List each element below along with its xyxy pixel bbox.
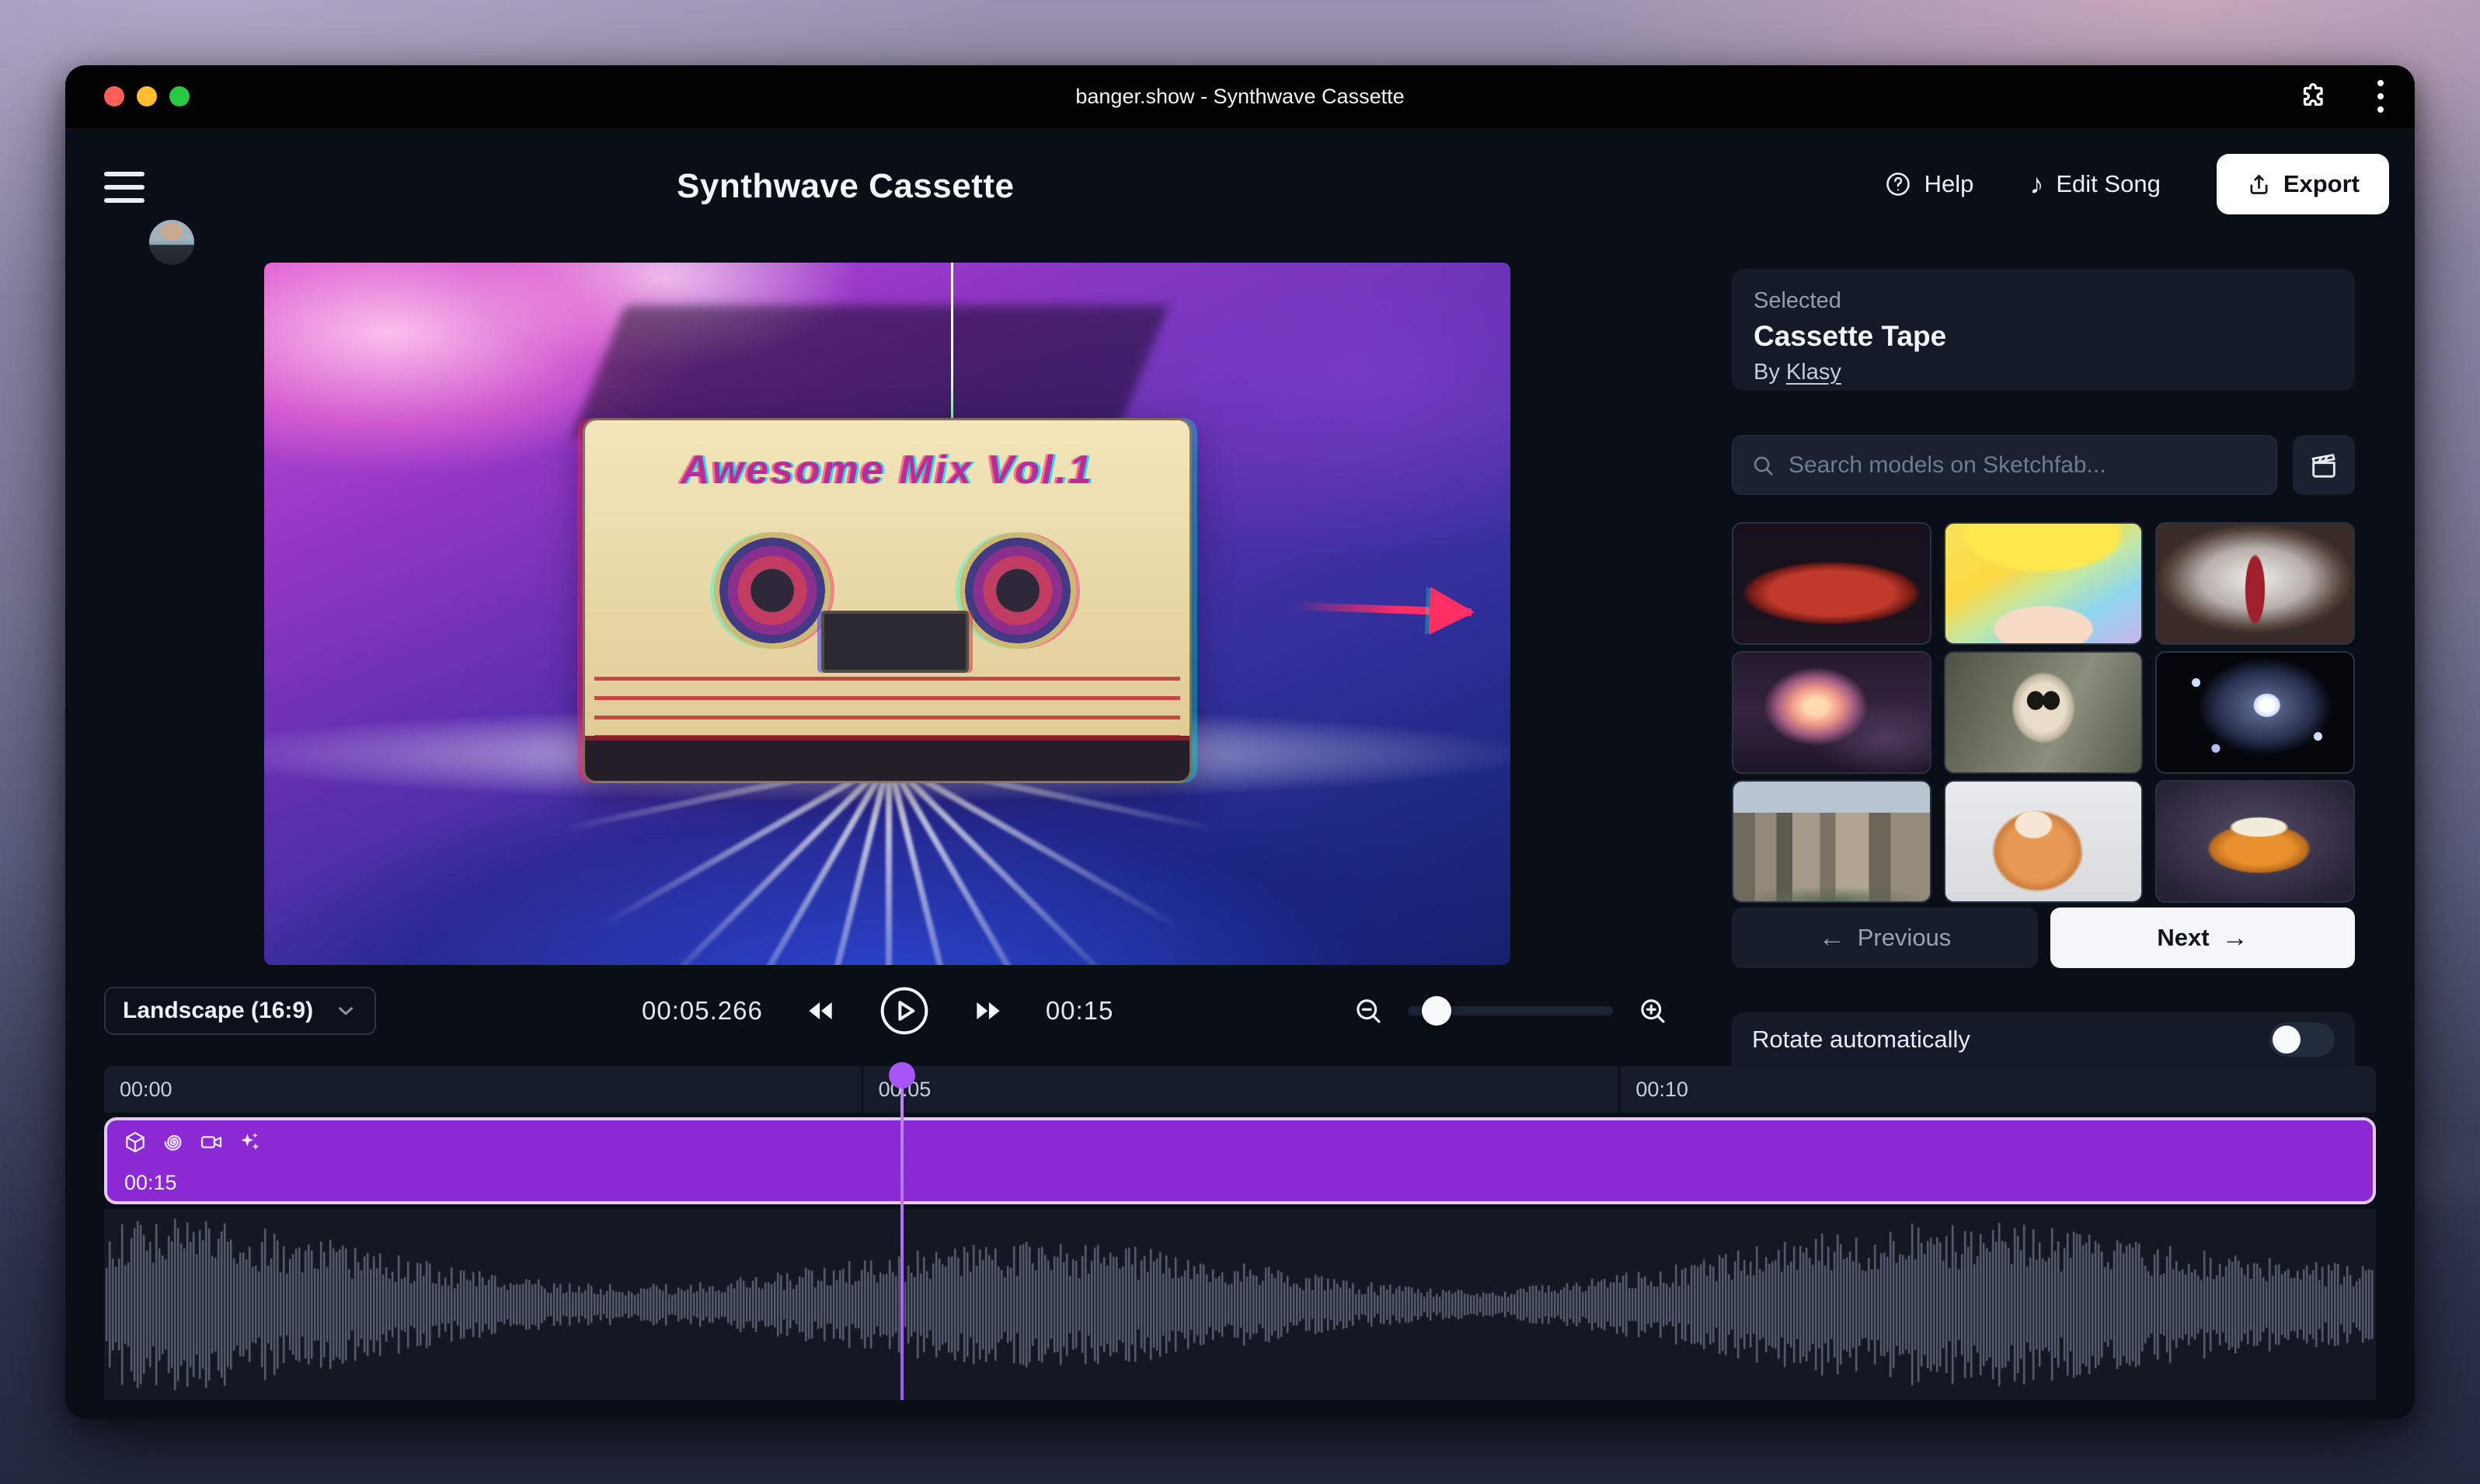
light-ray	[886, 760, 892, 965]
video-preview-viewport[interactable]: Awesome Mix Vol.1	[264, 263, 1510, 965]
audio-waveform-track[interactable]	[104, 1209, 2376, 1400]
cassette-left-reel	[714, 532, 831, 649]
arrow-right-icon: →	[2222, 925, 2248, 951]
edit-song-label: Edit Song	[2056, 170, 2160, 198]
clapperboard-icon	[2308, 450, 2339, 481]
clapperboard-button[interactable]	[2293, 435, 2355, 495]
selected-model-card: Selected Cassette Tape By Klasy	[1732, 269, 2355, 391]
cassette-tape-window	[821, 611, 969, 673]
search-icon	[1750, 452, 1776, 479]
app-window: banger.show - Synthwave Cassette Synthwa…	[65, 65, 2415, 1419]
selected-eyebrow: Selected	[1754, 288, 2333, 314]
vertical-scanline	[951, 263, 953, 427]
ruler-mark: 00:00	[104, 1066, 172, 1113]
browser-titlebar: banger.show - Synthwave Cassette	[65, 65, 2415, 127]
export-label: Export	[2283, 170, 2360, 198]
author-link[interactable]: Klasy	[1786, 360, 1841, 385]
timeline: 00:00 00:05 00:10	[104, 1066, 2376, 1400]
rotate-automatically-toggle[interactable]	[2269, 1022, 2335, 1057]
by-prefix: By	[1754, 360, 1780, 385]
zoom-out-icon[interactable]	[1352, 995, 1385, 1027]
cassette-handwritten-label: Awesome Mix Vol.1	[585, 447, 1189, 493]
playhead-handle[interactable]	[889, 1062, 915, 1089]
play-button[interactable]	[878, 984, 931, 1037]
extensions-puzzle-icon[interactable]	[2297, 80, 2329, 113]
aspect-ratio-select[interactable]: Landscape (16:9)	[104, 987, 376, 1035]
help-icon	[1884, 170, 1912, 198]
search-input[interactable]	[1789, 452, 2259, 479]
playhead-line	[900, 1077, 904, 1400]
thumbnail-storm-clouds[interactable]	[1732, 651, 1931, 774]
video-camera-icon	[199, 1130, 224, 1155]
thumbnail-shiba-dog[interactable]	[1944, 780, 2144, 903]
window-title: banger.show - Synthwave Cassette	[65, 65, 2415, 127]
scene-clip[interactable]: 00:15	[104, 1117, 2376, 1204]
app-header: Synthwave Cassette Help ♪ Edit Song	[65, 127, 2415, 241]
selected-model-author: By Klasy	[1754, 360, 2333, 385]
aspect-ratio-value: Landscape (16:9)	[123, 998, 313, 1024]
export-upload-icon	[2246, 172, 2272, 197]
arrow-left-icon: ←	[1819, 925, 1845, 951]
thumbnail-abandoned-city[interactable]	[1732, 780, 1931, 903]
previous-page-button[interactable]: ← Previous	[1732, 907, 2038, 968]
edit-song-button[interactable]: ♪ Edit Song	[2029, 170, 2160, 198]
project-title: Synthwave Cassette	[677, 167, 1015, 206]
ruler-mark: 00:10	[1618, 1066, 1688, 1113]
cube-icon	[123, 1130, 148, 1155]
export-button[interactable]: Export	[2217, 154, 2389, 214]
current-time: 00:05.266	[642, 996, 763, 1026]
model-search-box[interactable]	[1732, 435, 2277, 495]
zoom-slider-knob[interactable]	[1422, 996, 1451, 1026]
model-thumbnail-grid	[1732, 522, 2355, 903]
spiral-icon	[161, 1130, 186, 1155]
help-label: Help	[1924, 170, 1974, 198]
zoom-in-icon[interactable]	[1636, 995, 1669, 1027]
timeline-zoom-controls	[1352, 987, 1669, 1035]
desktop-background: banger.show - Synthwave Cassette Synthwa…	[0, 0, 2480, 1484]
cassette-tape-model: Awesome Mix Vol.1	[583, 418, 1192, 783]
help-button[interactable]: Help	[1884, 170, 1974, 198]
rotate-setting-card: Rotate automatically	[1732, 1012, 2355, 1066]
thumbnail-skull[interactable]	[1944, 651, 2144, 774]
total-duration: 00:15	[1046, 996, 1114, 1026]
timeline-ruler[interactable]: 00:00 00:05 00:10	[104, 1066, 2376, 1113]
clip-duration-label: 00:15	[124, 1171, 177, 1195]
transport-controls: 00:05.266 00:15	[642, 981, 1113, 1041]
next-page-button[interactable]: Next →	[2050, 907, 2355, 968]
thumbnail-spiral-galaxy[interactable]	[2155, 651, 2355, 774]
hamburger-menu-icon[interactable]	[104, 172, 145, 211]
thumbnail-red-sports-car[interactable]	[1732, 522, 1931, 645]
thumbnail-vintage-toy-car[interactable]	[2155, 780, 2355, 903]
audio-waveform-canvas	[104, 1209, 2376, 1400]
rotate-automatically-label: Rotate automatically	[1752, 1026, 1970, 1054]
music-note-icon: ♪	[2029, 170, 2043, 198]
next-label: Next	[2157, 924, 2209, 952]
rewind-button[interactable]	[803, 994, 838, 1028]
clip-icons	[123, 1130, 262, 1155]
zoom-slider[interactable]	[1408, 1006, 1613, 1015]
cassette-bottom-section	[585, 736, 1189, 781]
sparkles-icon	[237, 1130, 262, 1155]
chevron-down-icon	[334, 999, 357, 1022]
thumbnail-fantasy-warrior[interactable]	[2155, 522, 2355, 645]
fast-forward-button[interactable]	[971, 994, 1005, 1028]
previous-label: Previous	[1858, 924, 1952, 952]
cassette-right-reel	[960, 532, 1076, 649]
browser-menu-kebab-icon[interactable]	[2370, 77, 2391, 116]
selected-model-name: Cassette Tape	[1754, 320, 2333, 353]
thumbnail-anime-girl[interactable]	[1944, 522, 2144, 645]
user-avatar[interactable]	[149, 220, 194, 265]
